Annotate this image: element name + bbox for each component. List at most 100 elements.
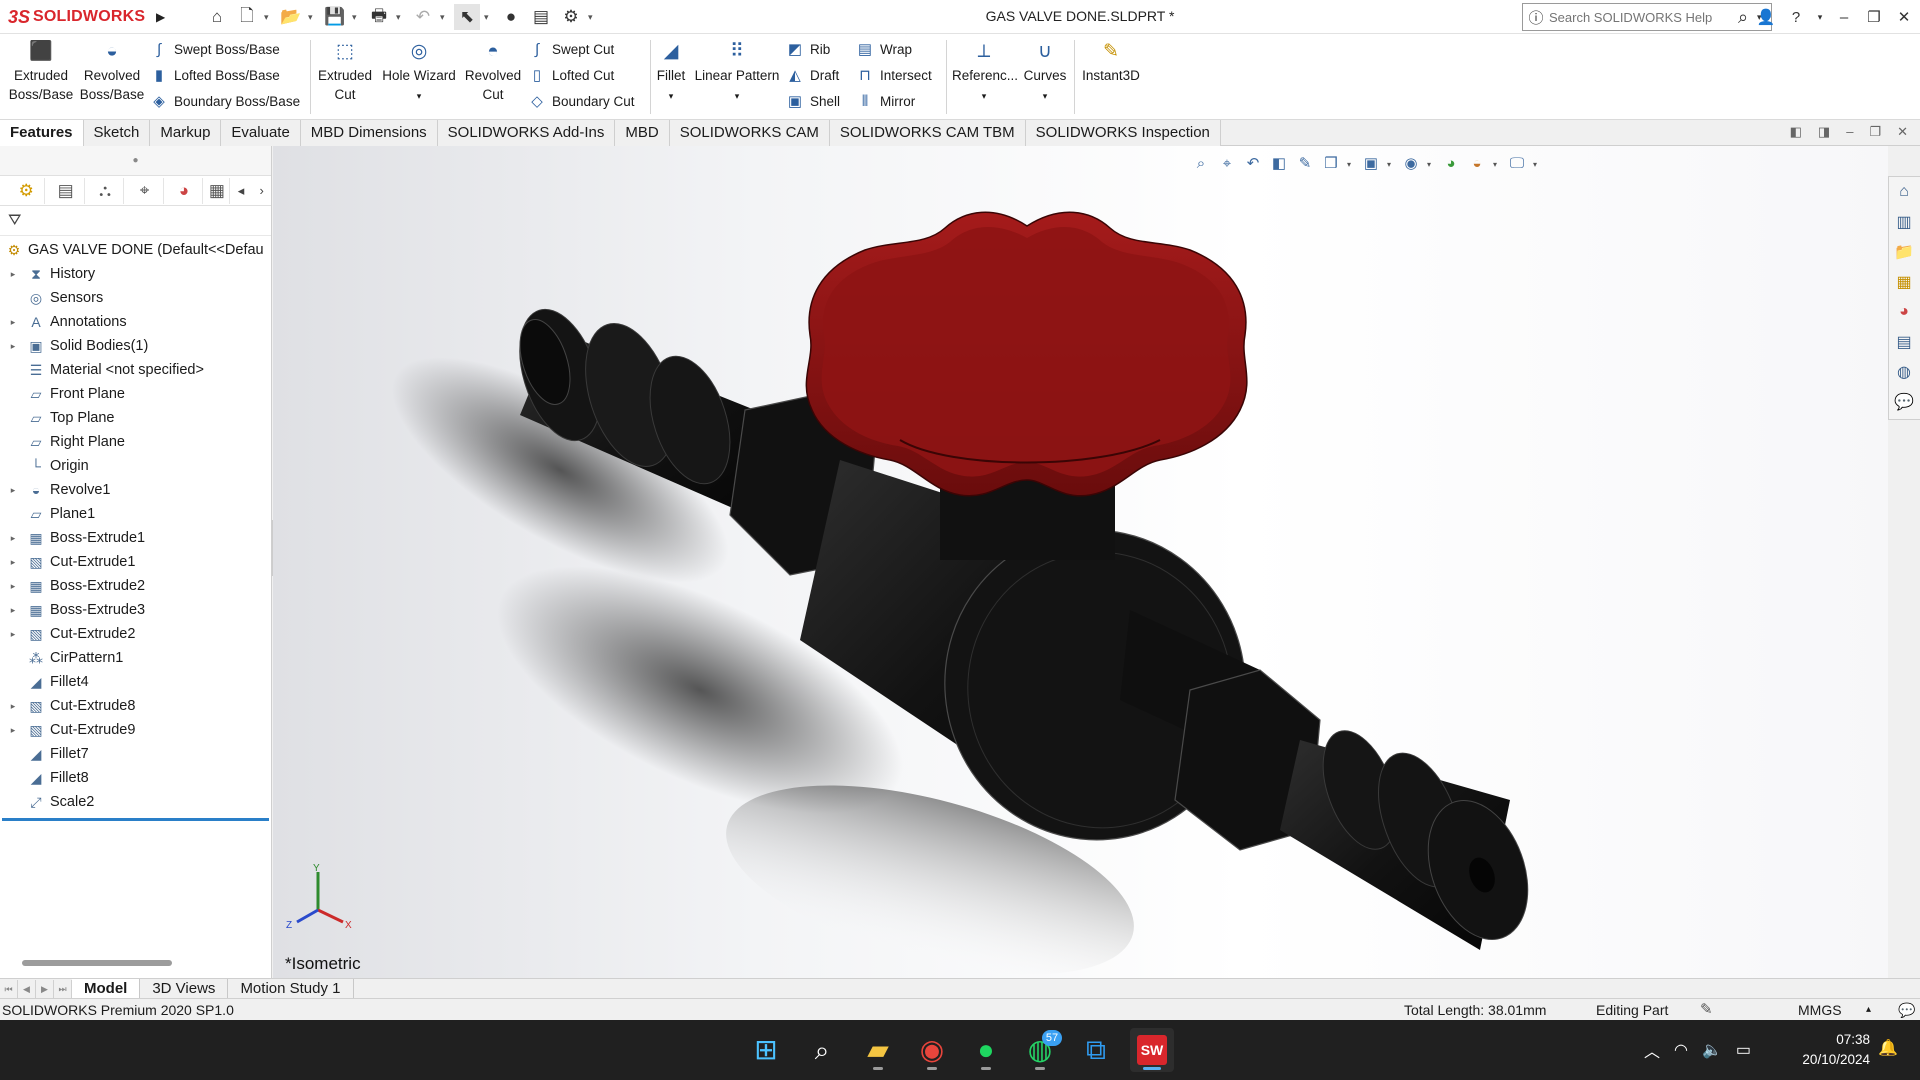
tab-evaluate[interactable]: Evaluate (221, 120, 301, 146)
view-orientation-icon[interactable]: ❒ (1321, 154, 1341, 174)
tree-item-origin[interactable]: └ Origin (0, 454, 271, 478)
new-document-icon[interactable]: 🗋 (234, 4, 260, 30)
panel-horizontal-scrollbar[interactable] (22, 960, 172, 966)
dynamic-annotation-icon[interactable]: ✎ (1295, 154, 1315, 174)
extruded-boss-button[interactable]: ⬛ Extruded Boss/Base (8, 40, 74, 116)
undo-icon[interactable]: ↶ (410, 4, 436, 30)
wifi-icon[interactable]: ◠ (1674, 1040, 1688, 1060)
open-folder-icon[interactable]: 📂 (278, 4, 304, 30)
cam-tree-tab-icon[interactable]: ▦ (205, 177, 230, 204)
tab-sketch[interactable]: Sketch (83, 120, 151, 146)
tree-item-boss-extrude3[interactable]: ▸ ▦ Boss-Extrude3 (0, 598, 271, 622)
search-icon[interactable]: ⌕ (1729, 7, 1757, 28)
revolved-cut-button[interactable]: ◓ Revolved Cut (462, 40, 524, 116)
quick-tips-icon[interactable]: 💬 (1898, 999, 1915, 1021)
unit-system[interactable]: MMGS (1798, 999, 1842, 1021)
lofted-cut-button[interactable]: ▯ Lofted Cut (528, 64, 614, 88)
expand-arrow-icon[interactable]: ▸ (6, 317, 20, 328)
next-tab-arrow-icon[interactable]: ▶ (36, 979, 54, 998)
mirror-button[interactable]: ⫴ Mirror (856, 90, 915, 114)
file-explorer-icon[interactable]: 📁 (1889, 237, 1919, 267)
display-style-dropdown-icon[interactable]: ▾ (1387, 160, 1395, 169)
zoom-to-fit-icon[interactable]: ⌕ (1191, 154, 1211, 174)
curves-dropdown-icon[interactable]: ▾ (1043, 91, 1048, 101)
rollback-bar[interactable] (2, 818, 269, 821)
tab-features[interactable]: Features (0, 120, 84, 146)
tree-root-part[interactable]: ⚙ GAS VALVE DONE (Default<<Defau (0, 238, 271, 262)
previous-view-icon[interactable]: ↶ (1243, 154, 1263, 174)
expand-arrow-icon[interactable]: ▸ (6, 485, 20, 496)
tab-solidworks-add-ins[interactable]: SOLIDWORKS Add-Ins (437, 120, 616, 146)
appearances-scenes-icon[interactable]: ◕ (1889, 297, 1919, 327)
tab-markup[interactable]: Markup (150, 120, 222, 146)
section-view-icon[interactable]: ◧ (1269, 154, 1289, 174)
fillet-dropdown-icon[interactable]: ▾ (669, 91, 674, 101)
view-settings-icon[interactable]: 🖵 (1507, 154, 1527, 174)
display-style-icon[interactable]: ▣ (1361, 154, 1381, 174)
tree-item-front-plane[interactable]: ▱ Front Plane (0, 382, 271, 406)
tree-item-cut-extrude2[interactable]: ▸ ▧ Cut-Extrude2 (0, 622, 271, 646)
restore-icon[interactable]: ❐ (1864, 8, 1884, 26)
volume-icon[interactable]: 🔈 (1702, 1040, 1722, 1060)
tree-item-cirpattern1[interactable]: ⁂ CirPattern1 (0, 646, 271, 670)
tile-right-icon[interactable]: ◨ (1818, 124, 1830, 140)
select-dropdown-icon[interactable]: ▾ (484, 12, 494, 23)
swept-boss-button[interactable]: ∫ Swept Boss/Base (150, 38, 280, 62)
linear-pattern-button[interactable]: ⠿ Linear Pattern ▾ (692, 40, 782, 116)
hole-wizard-button[interactable]: ◎ Hole Wizard ▾ (380, 40, 458, 116)
save-icon[interactable]: 💾 (322, 4, 348, 30)
tree-item-plane1[interactable]: ▱ Plane1 (0, 502, 271, 526)
hole-wizard-dropdown-icon[interactable]: ▾ (417, 91, 422, 101)
help-icon[interactable]: ? (1786, 9, 1806, 26)
taskbar-solidworks[interactable]: SW (1130, 1028, 1174, 1072)
first-tab-arrow-icon[interactable]: ⏮ (0, 979, 18, 998)
apply-scene-icon[interactable]: ◒ (1467, 154, 1487, 174)
taskbar-spotify[interactable]: ● (964, 1028, 1008, 1072)
undo-dropdown-icon[interactable]: ▾ (440, 12, 450, 23)
swept-cut-button[interactable]: ∫ Swept Cut (528, 38, 614, 62)
tab-motion-study-1[interactable]: Motion Study 1 (228, 978, 354, 999)
print-icon[interactable]: 🖶 (366, 4, 392, 30)
tree-item-fillet8[interactable]: ◢ Fillet8 (0, 766, 271, 790)
expand-arrow-icon[interactable]: ▸ (6, 533, 20, 544)
prev-tab-arrow-icon[interactable]: ◀ (18, 979, 36, 998)
expand-arrow-icon[interactable]: ▸ (6, 269, 20, 280)
save-dropdown-icon[interactable]: ▾ (352, 12, 362, 23)
taskbar-whatsapp[interactable]: ◍ 57 (1018, 1028, 1062, 1072)
red-valve-handle[interactable] (805, 211, 1248, 497)
tree-item-boss-extrude2[interactable]: ▸ ▦ Boss-Extrude2 (0, 574, 271, 598)
last-tab-arrow-icon[interactable]: ⏭ (54, 979, 72, 998)
display-manager-tab-icon[interactable]: ◕ (166, 177, 204, 204)
search-input[interactable] (1549, 9, 1729, 25)
gas-valve-model[interactable] (273, 146, 1888, 978)
expand-arrow-icon[interactable]: ▸ (6, 581, 20, 592)
open-dropdown-icon[interactable]: ▾ (308, 12, 318, 23)
tree-item-fillet7[interactable]: ◢ Fillet7 (0, 742, 271, 766)
tree-item-boss-extrude1[interactable]: ▸ ▦ Boss-Extrude1 (0, 526, 271, 550)
help-dropdown-icon[interactable]: ▾ (1816, 12, 1824, 23)
intersect-button[interactable]: ⊓ Intersect (856, 64, 932, 88)
curves-button[interactable]: ∪ Curves ▾ (1020, 40, 1070, 116)
start-button[interactable]: ⊞ (744, 1028, 788, 1072)
new-dropdown-icon[interactable]: ▾ (264, 12, 274, 23)
show-hidden-icons-icon[interactable]: ︿ (1644, 1038, 1660, 1062)
solidworks-logo[interactable]: 3S SOLIDWORKS (8, 4, 154, 30)
expand-arrow-icon[interactable]: ▸ (6, 701, 20, 712)
tab-model[interactable]: Model (72, 978, 141, 999)
expand-arrow-icon[interactable]: ▸ (6, 605, 20, 616)
rebuild-status-icon[interactable]: ✎ (1700, 999, 1713, 1021)
tree-item-sensors[interactable]: ◎ Sensors (0, 286, 271, 310)
tab-3d-views[interactable]: 3D Views (140, 978, 229, 999)
taskbar-file-explorer[interactable]: ▰ (856, 1028, 900, 1072)
options-gear-icon[interactable]: ⚙ (558, 4, 584, 30)
notifications-bell-icon[interactable]: 🔔 (1878, 1038, 1898, 1058)
design-library-icon[interactable]: ▥ (1889, 207, 1919, 237)
fillet-button[interactable]: ◢ Fillet ▾ (654, 40, 688, 116)
tree-item-solid-bodies-1[interactable]: ▸ ▣ Solid Bodies(1) (0, 334, 271, 358)
home-icon[interactable]: ⌂ (204, 4, 230, 30)
tree-item-top-plane[interactable]: ▱ Top Plane (0, 406, 271, 430)
units-dropdown-icon[interactable]: ▴ (1866, 999, 1871, 1021)
view-palette-icon[interactable]: ▦ (1889, 267, 1919, 297)
tab-solidworks-cam[interactable]: SOLIDWORKS CAM (669, 120, 830, 146)
reference-geometry-button[interactable]: ⟂ Referenc... ▾ (952, 40, 1018, 116)
